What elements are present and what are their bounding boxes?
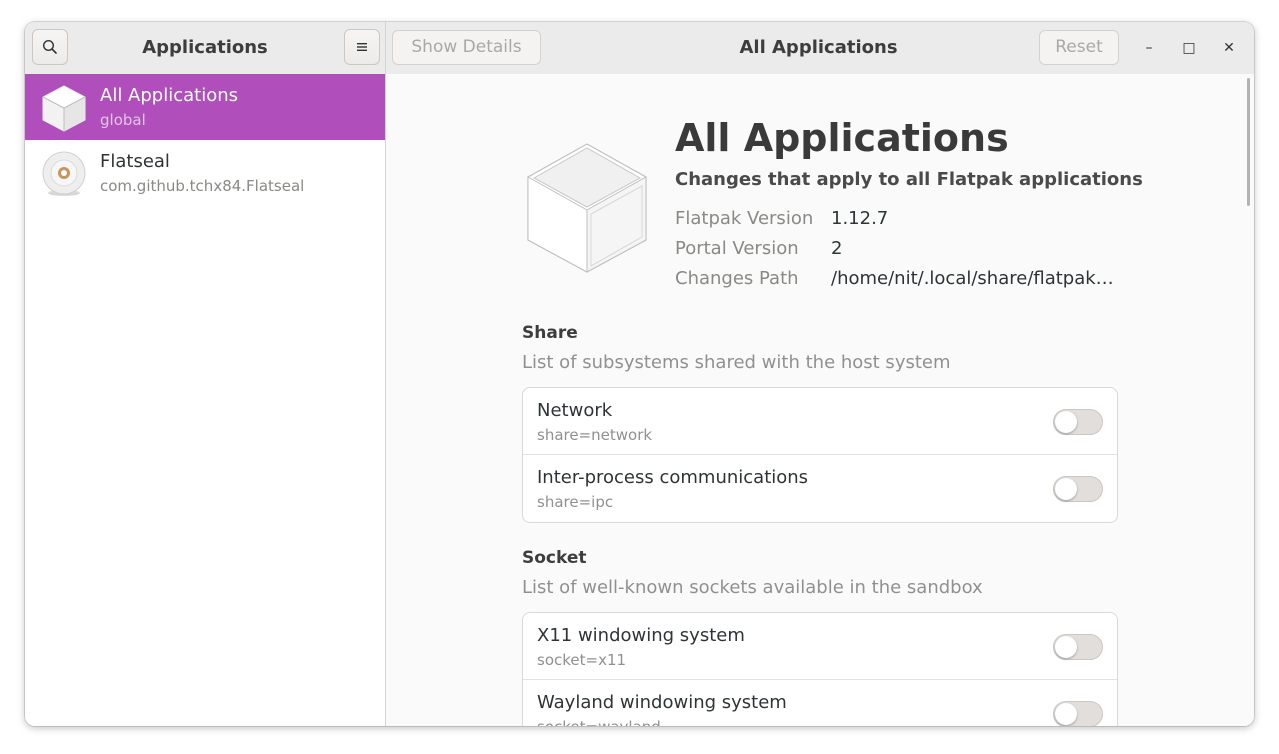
details-key: Portal Version — [675, 238, 799, 259]
sidebar-item-name: All Applications — [100, 85, 238, 106]
reset-button[interactable]: Reset — [1039, 30, 1119, 65]
hamburger-menu-icon — [357, 43, 367, 51]
sidebar-title: Applications — [142, 37, 268, 58]
permission-label: X11 windowing system — [537, 625, 745, 646]
sidebar-item-all-applications[interactable]: All Applications global — [25, 74, 385, 140]
permission-key: socket=x11 — [537, 651, 627, 669]
permission-row-network[interactable]: Network share=network — [523, 388, 1117, 455]
search-button[interactable] — [32, 29, 68, 65]
header-bar: Applications Show Details All Applicatio… — [25, 22, 1254, 74]
maximize-icon: □ — [1182, 40, 1196, 56]
network-toggle[interactable] — [1053, 409, 1103, 435]
permissions-panel[interactable]: All Applications Changes that apply to a… — [387, 74, 1254, 726]
ipc-toggle[interactable] — [1053, 476, 1103, 502]
search-icon — [42, 39, 57, 54]
minimize-button[interactable]: – — [1137, 36, 1161, 60]
show-details-button[interactable]: Show Details — [392, 30, 541, 65]
permission-row-wayland[interactable]: Wayland windowing system socket=wayland — [523, 680, 1117, 726]
menu-button[interactable] — [344, 29, 380, 65]
sidebar-item-subtitle: com.github.tchx84.Flatseal — [100, 177, 305, 195]
app-window: Applications Show Details All Applicatio… — [25, 22, 1254, 726]
toggle-knob — [1055, 478, 1077, 500]
sidebar-item-subtitle: global — [100, 111, 146, 129]
box-icon — [42, 85, 86, 132]
share-permissions-list: Network share=network Inter-process comm… — [522, 387, 1118, 523]
permission-key: share=network — [537, 426, 653, 444]
flatseal-icon — [42, 151, 86, 196]
toggle-knob — [1055, 703, 1077, 725]
sidebar: All Applications global Flatseal com.git… — [25, 74, 386, 726]
permission-key: socket=wayland — [537, 718, 661, 726]
minimize-icon: – — [1145, 40, 1153, 56]
section-title-share: Share — [522, 323, 578, 343]
section-description-socket: List of well-known sockets available in … — [522, 577, 983, 598]
socket-permissions-list: X11 windowing system socket=x11 Wayland … — [522, 612, 1118, 726]
sidebar-item-name: Flatseal — [100, 151, 170, 172]
permission-label: Inter-process communications — [537, 467, 809, 488]
section-description-share: List of subsystems shared with the host … — [522, 352, 951, 373]
toggle-knob — [1055, 636, 1077, 658]
permission-label: Wayland windowing system — [537, 692, 787, 713]
details-title: All Applications — [675, 116, 1009, 160]
close-button[interactable]: ✕ — [1217, 36, 1241, 60]
wayland-toggle[interactable] — [1053, 701, 1103, 726]
details-value: 1.12.7 — [831, 208, 889, 229]
sidebar-header: Applications — [25, 22, 386, 74]
main-header: Show Details All Applications Reset – □ … — [386, 22, 1254, 74]
toggle-knob — [1055, 411, 1077, 433]
details-subtitle: Changes that apply to all Flatpak applic… — [675, 169, 1143, 190]
close-icon: ✕ — [1223, 40, 1235, 56]
maximize-button[interactable]: □ — [1177, 36, 1201, 60]
permission-label: Network — [537, 400, 613, 421]
box-icon — [527, 143, 647, 273]
details-value: /home/nit/.local/share/flatpak… — [831, 268, 1114, 289]
sidebar-item-flatseal[interactable]: Flatseal com.github.tchx84.Flatseal — [25, 140, 385, 206]
details-key: Changes Path — [675, 268, 799, 289]
section-title-socket: Socket — [522, 548, 587, 568]
details-value: 2 — [831, 238, 843, 259]
permission-key: share=ipc — [537, 493, 614, 511]
scrollbar[interactable] — [1247, 78, 1250, 206]
permission-row-x11[interactable]: X11 windowing system socket=x11 — [523, 613, 1117, 680]
permission-row-ipc[interactable]: Inter-process communications share=ipc — [523, 455, 1117, 522]
main-title: All Applications — [739, 37, 898, 58]
x11-toggle[interactable] — [1053, 634, 1103, 660]
details-key: Flatpak Version — [675, 208, 814, 229]
